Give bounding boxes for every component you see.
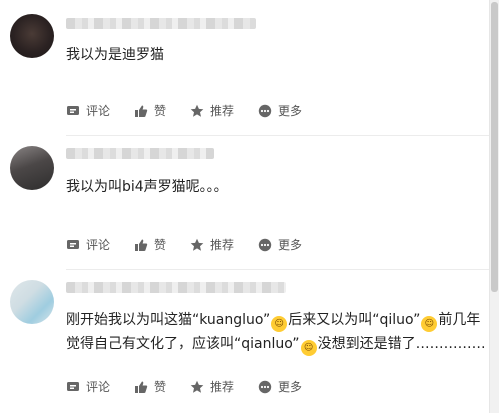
more-label: 更多 xyxy=(278,104,303,118)
star-icon xyxy=(190,380,204,393)
comment-item: 我以为是迪罗猫 评论 赞 推荐 更多 xyxy=(0,0,489,136)
recommend-button[interactable]: 推荐 xyxy=(190,378,234,395)
like-label: 赞 xyxy=(154,380,167,394)
star-icon xyxy=(190,238,204,251)
recommend-button[interactable]: 推荐 xyxy=(190,236,234,253)
comment-actions: 评论 赞 推荐 更多 xyxy=(66,102,326,119)
recommend-label: 推荐 xyxy=(210,380,235,394)
comment-actions: 评论 赞 推荐 更多 xyxy=(66,236,326,253)
scrollbar-thumb[interactable] xyxy=(491,2,498,292)
comment-label: 评论 xyxy=(86,104,111,118)
more-button[interactable]: 更多 xyxy=(258,102,302,119)
comment-actions: 评论 赞 推荐 更多 xyxy=(66,378,326,395)
comment-button[interactable]: 评论 xyxy=(66,236,110,253)
comment-label: 评论 xyxy=(86,380,111,394)
like-label: 赞 xyxy=(154,238,167,252)
scrollbar[interactable] xyxy=(489,0,499,413)
more-button[interactable]: 更多 xyxy=(258,378,302,395)
more-button[interactable]: 更多 xyxy=(258,236,302,253)
comment-text-part: 刚开始我以为叫这猫“kuangluo” xyxy=(66,312,271,328)
thumbs-up-icon xyxy=(135,239,148,251)
username-blurred[interactable] xyxy=(66,148,214,159)
laughing-emoji-icon: ☺ xyxy=(271,316,288,332)
comment-label: 评论 xyxy=(86,238,111,252)
laughing-emoji-icon: ☺ xyxy=(421,316,438,332)
comment-item: 刚开始我以为叫这猫“kuangluo” ☺ 后来又以为叫“qiluo” ☺ 前几年觉得自… xyxy=(0,270,489,413)
username-blurred[interactable] xyxy=(66,282,286,293)
more-icon xyxy=(258,104,272,117)
username-blurred[interactable] xyxy=(66,18,256,29)
laughing-emoji-icon: ☺ xyxy=(300,340,317,356)
thumbs-up-icon xyxy=(135,105,148,117)
like-label: 赞 xyxy=(154,104,167,118)
recommend-button[interactable]: 推荐 xyxy=(190,102,234,119)
comment-item: 我以为叫bi4声罗猫呢。。。 评论 赞 推荐 更多 xyxy=(0,136,489,270)
comment-button[interactable]: 评论 xyxy=(66,378,110,395)
recommend-label: 推荐 xyxy=(210,104,235,118)
more-label: 更多 xyxy=(278,380,303,394)
like-button[interactable]: 赞 xyxy=(134,236,166,253)
comment-text: 我以为叫bi4声罗猫呢。。。 xyxy=(66,179,228,195)
comment-icon xyxy=(67,239,79,249)
comment-text: 我以为是迪罗猫 xyxy=(66,47,164,63)
recommend-label: 推荐 xyxy=(210,238,235,252)
comment-button[interactable]: 评论 xyxy=(66,102,110,119)
star-icon xyxy=(190,104,204,117)
avatar[interactable] xyxy=(10,14,54,58)
avatar[interactable] xyxy=(10,280,54,324)
more-icon xyxy=(258,380,272,393)
avatar[interactable] xyxy=(10,146,54,190)
thumbs-up-icon xyxy=(135,381,148,393)
like-button[interactable]: 赞 xyxy=(134,102,166,119)
comment-text-part: 没想到还是错了…………… xyxy=(317,336,486,352)
more-icon xyxy=(258,238,272,251)
comment-icon xyxy=(67,381,79,391)
like-button[interactable]: 赞 xyxy=(134,378,166,395)
comment-text: 刚开始我以为叫这猫“kuangluo” ☺ 后来又以为叫“qiluo” ☺ 前几年觉得自… xyxy=(66,308,486,356)
comment-icon xyxy=(67,105,79,115)
more-label: 更多 xyxy=(278,238,303,252)
comment-text-part: 后来又以为叫“qiluo” xyxy=(288,312,421,328)
